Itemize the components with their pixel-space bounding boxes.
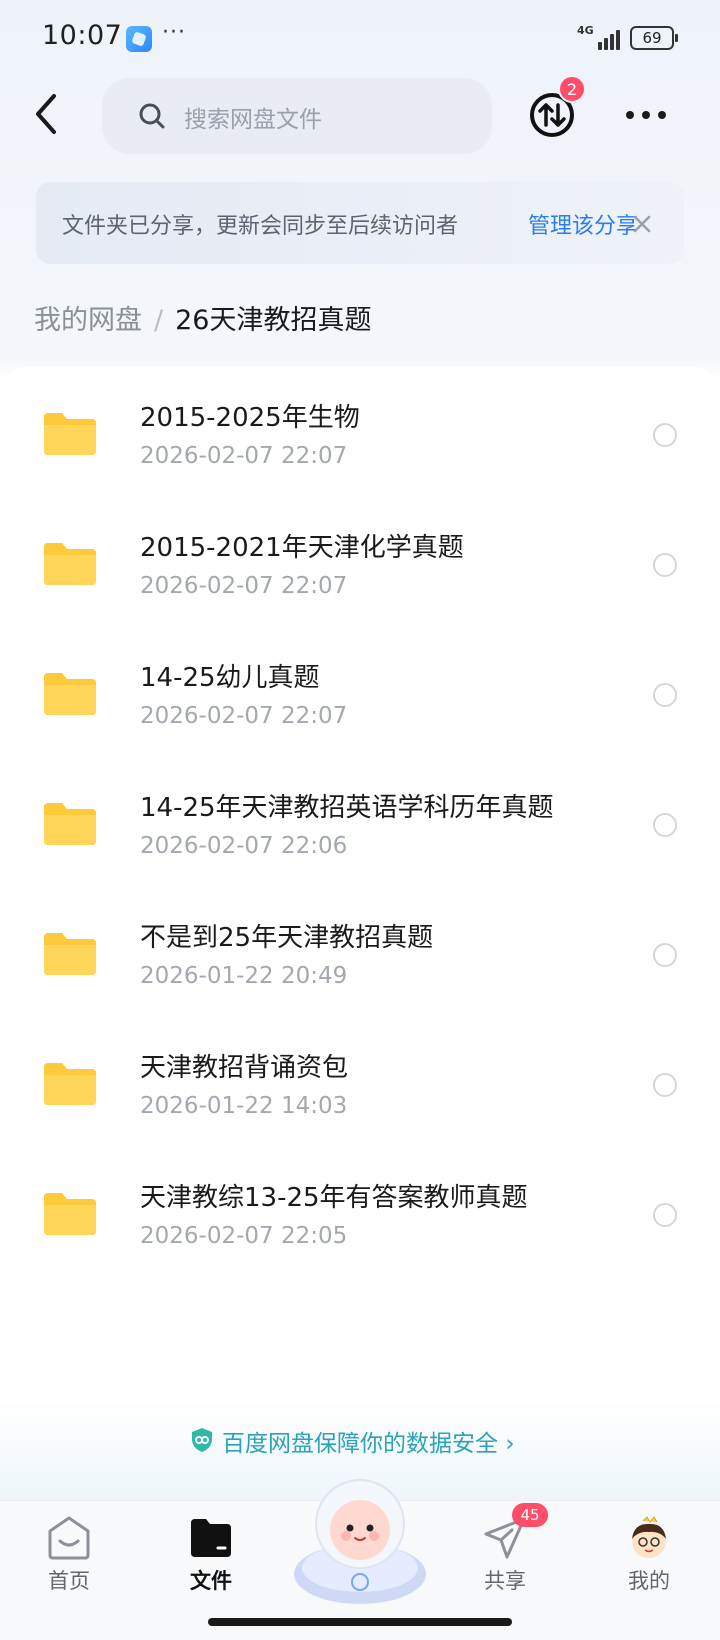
data-safety-text[interactable]: 百度网盘保障你的数据安全 › (222, 1424, 515, 1458)
search-input[interactable]: 搜索网盘文件 (102, 78, 492, 154)
nav-me[interactable]: 我的 (594, 1501, 704, 1611)
select-checkbox[interactable] (653, 553, 677, 577)
breadcrumb-separator: / (154, 305, 164, 336)
signal-icon: 4G (576, 24, 622, 50)
breadcrumb-root[interactable]: 我的网盘 (34, 305, 142, 336)
folder-icon (44, 933, 96, 975)
select-checkbox[interactable] (653, 423, 677, 447)
data-safety-label: 百度网盘保障你的数据安全 (222, 1431, 498, 1457)
select-checkbox[interactable] (653, 943, 677, 967)
home-icon (48, 1516, 90, 1560)
back-button[interactable] (28, 88, 68, 140)
file-row[interactable]: 14-25年天津教招英语学科历年真题 2026-02-07 22:06 (0, 757, 720, 893)
file-name: 天津教招背诵资包 (140, 1053, 349, 1083)
network-type: 4G (577, 24, 594, 37)
file-name: 14-25年天津教招英语学科历年真题 (140, 793, 554, 823)
folder-icon (44, 673, 96, 715)
nav-home[interactable]: 首页 (14, 1501, 124, 1611)
more-options-button[interactable] (624, 100, 668, 130)
select-checkbox[interactable] (653, 1073, 677, 1097)
folder-icon (44, 1063, 96, 1105)
file-row[interactable]: 2015-2021年天津化学真题 2026-02-07 22:07 (0, 497, 720, 633)
mascot-icon (294, 1479, 426, 1604)
file-name: 14-25幼儿真题 (140, 663, 320, 693)
mascot-button[interactable] (288, 1462, 432, 1612)
close-notice-button[interactable] (628, 210, 656, 238)
file-name: 不是到25年天津教招真题 (140, 923, 434, 953)
folder-icon (44, 803, 96, 845)
select-checkbox[interactable] (653, 683, 677, 707)
share-notice-text: 文件夹已分享，更新会同步至后续访问者 (62, 214, 459, 239)
file-date: 2026-02-07 22:07 (140, 443, 348, 469)
share-badge: 45 (512, 1503, 548, 1527)
file-name: 2015-2021年天津化学真题 (140, 533, 464, 563)
file-date: 2026-01-22 14:03 (140, 1093, 348, 1119)
share-notice-banner: 文件夹已分享，更新会同步至后续访问者 管理该分享 (36, 182, 684, 264)
search-icon (139, 103, 165, 129)
folder-icon (44, 1193, 96, 1235)
nav-share-label: 共享 (484, 1569, 526, 1593)
file-name: 天津教综13-25年有答案教师真题 (140, 1183, 528, 1213)
chevron-right-icon: › (505, 1431, 515, 1457)
nav-home-label: 首页 (48, 1569, 90, 1593)
file-row[interactable]: 2015-2025年生物 2026-02-07 22:07 (0, 367, 720, 503)
file-row[interactable]: 14-25幼儿真题 2026-02-07 22:07 (0, 627, 720, 763)
breadcrumb-current: 26天津教招真题 (175, 305, 372, 336)
folder-icon (44, 543, 96, 585)
chevron-left-icon (36, 94, 56, 134)
more-notifications-icon: ··· (162, 20, 186, 45)
select-checkbox[interactable] (653, 813, 677, 837)
shield-icon (192, 1428, 212, 1452)
nav-me-label: 我的 (628, 1569, 670, 1593)
file-date: 2026-02-07 22:05 (140, 1223, 348, 1249)
nav-share[interactable]: 45 共享 (450, 1501, 560, 1611)
file-date: 2026-02-07 22:07 (140, 703, 348, 729)
select-checkbox[interactable] (653, 1203, 677, 1227)
file-date: 2026-02-07 22:06 (140, 833, 348, 859)
file-date: 2026-02-07 22:07 (140, 573, 348, 599)
manage-share-link[interactable]: 管理该分享 (528, 208, 638, 240)
status-time: 10:07 (42, 20, 123, 51)
folder-icon (191, 1519, 231, 1557)
nav-files-label: 文件 (190, 1569, 232, 1593)
status-bar: 10:07 ··· 4G 69 (0, 0, 720, 76)
folder-icon (44, 413, 96, 455)
search-placeholder: 搜索网盘文件 (184, 107, 322, 133)
avatar-icon (632, 1516, 666, 1558)
home-indicator[interactable] (208, 1618, 512, 1626)
file-date: 2026-01-22 20:49 (140, 963, 348, 989)
file-row[interactable]: 天津教综13-25年有答案教师真题 2026-02-07 22:05 (0, 1147, 720, 1283)
file-list: 2015-2025年生物 2026-02-07 22:07 2015-2021年… (0, 367, 720, 1367)
breadcrumb: 我的网盘 / 26天津教招真题 (34, 298, 371, 337)
file-name: 2015-2025年生物 (140, 403, 360, 433)
app-notification-icon (126, 26, 152, 52)
file-row[interactable]: 不是到25年天津教招真题 2026-01-22 20:49 (0, 887, 720, 1023)
close-icon (633, 215, 651, 233)
nav-files[interactable]: 文件 (156, 1501, 266, 1611)
transfer-badge: 2 (558, 75, 586, 103)
battery-icon: 69 (630, 26, 678, 50)
file-row[interactable]: 天津教招背诵资包 2026-01-22 14:03 (0, 1017, 720, 1153)
